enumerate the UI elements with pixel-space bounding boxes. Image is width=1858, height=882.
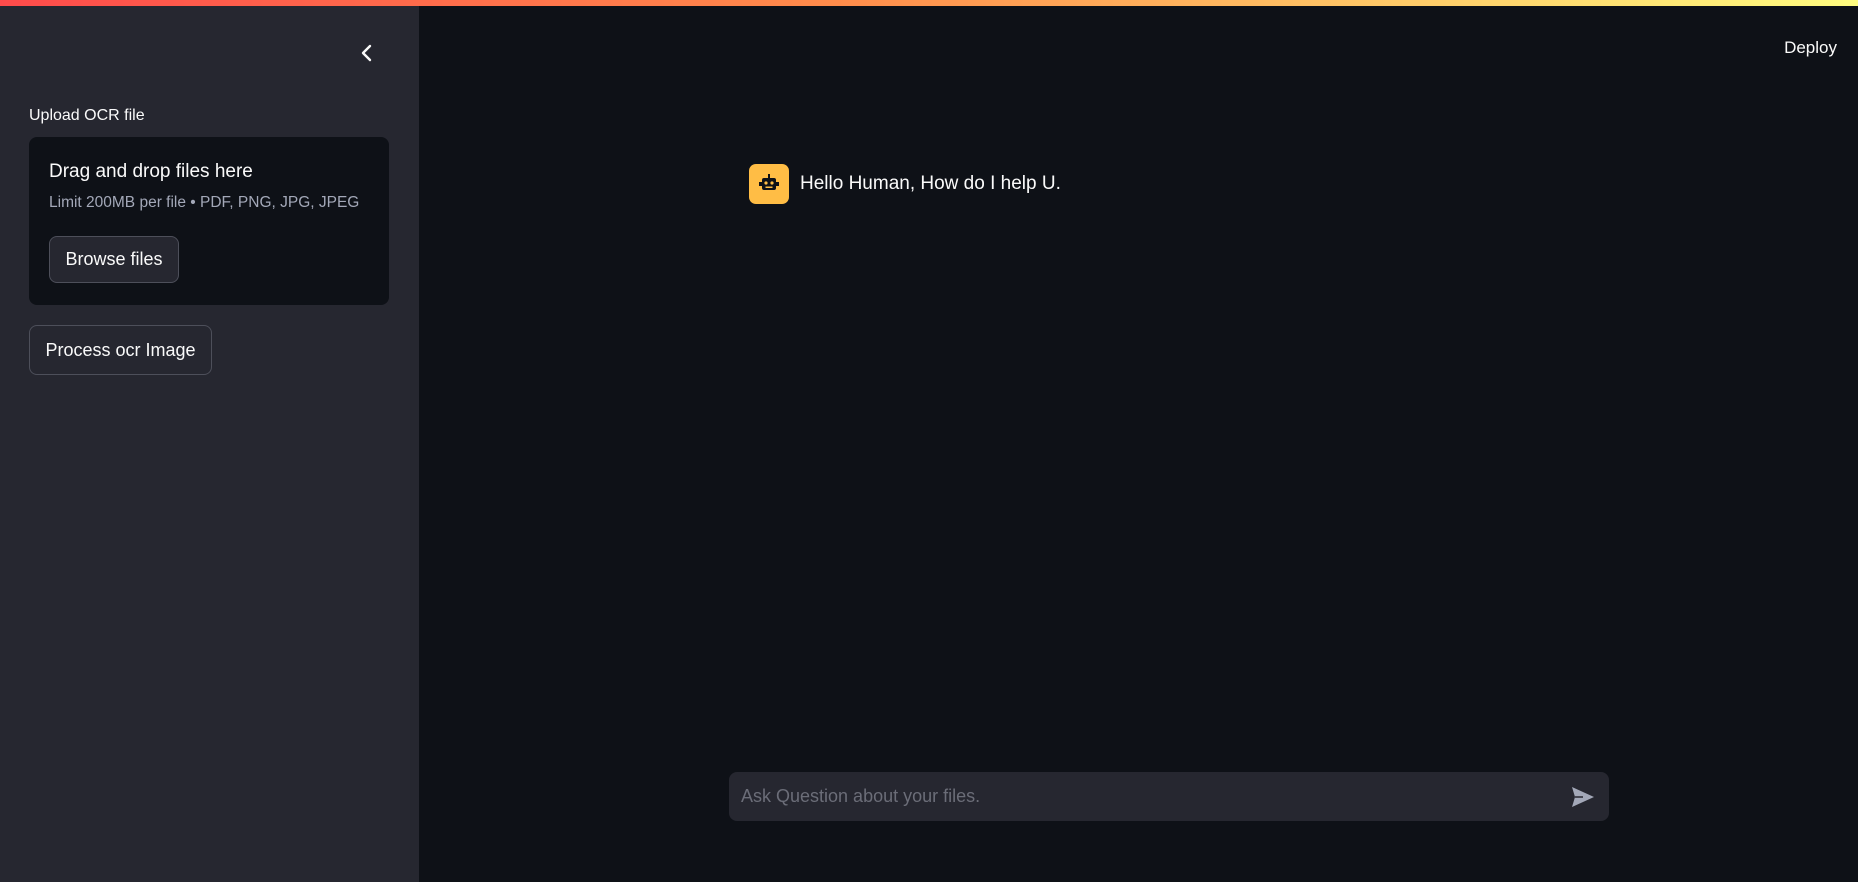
robot-icon	[759, 174, 779, 190]
chat-message-text: Hello Human, How do I help U.	[800, 173, 1061, 194]
dropzone-title: Drag and drop files here	[49, 161, 253, 182]
sidebar: Upload OCR file Drag and drop files here…	[0, 0, 419, 882]
file-dropzone[interactable]: Drag and drop files here Limit 200MB per…	[29, 137, 389, 305]
chevron-left-icon	[361, 44, 372, 62]
assistant-avatar	[749, 164, 789, 204]
chat-input-container	[729, 772, 1609, 821]
chat-message: Hello Human, How do I help U.	[749, 164, 1061, 204]
chat-input[interactable]	[729, 772, 1539, 821]
top-decoration-bar	[0, 0, 1858, 6]
deploy-button[interactable]: Deploy	[1784, 38, 1837, 58]
process-ocr-image-button[interactable]: Process ocr Image	[29, 325, 212, 375]
send-button[interactable]	[1569, 783, 1597, 811]
app-root: Upload OCR file Drag and drop files here…	[0, 0, 1858, 882]
send-icon	[1572, 787, 1594, 807]
upload-label: Upload OCR file	[29, 107, 145, 124]
collapse-sidebar-button[interactable]	[352, 38, 382, 68]
dropzone-limit-text: Limit 200MB per file • PDF, PNG, JPG, JP…	[49, 194, 360, 211]
browse-files-button[interactable]: Browse files	[49, 236, 179, 283]
